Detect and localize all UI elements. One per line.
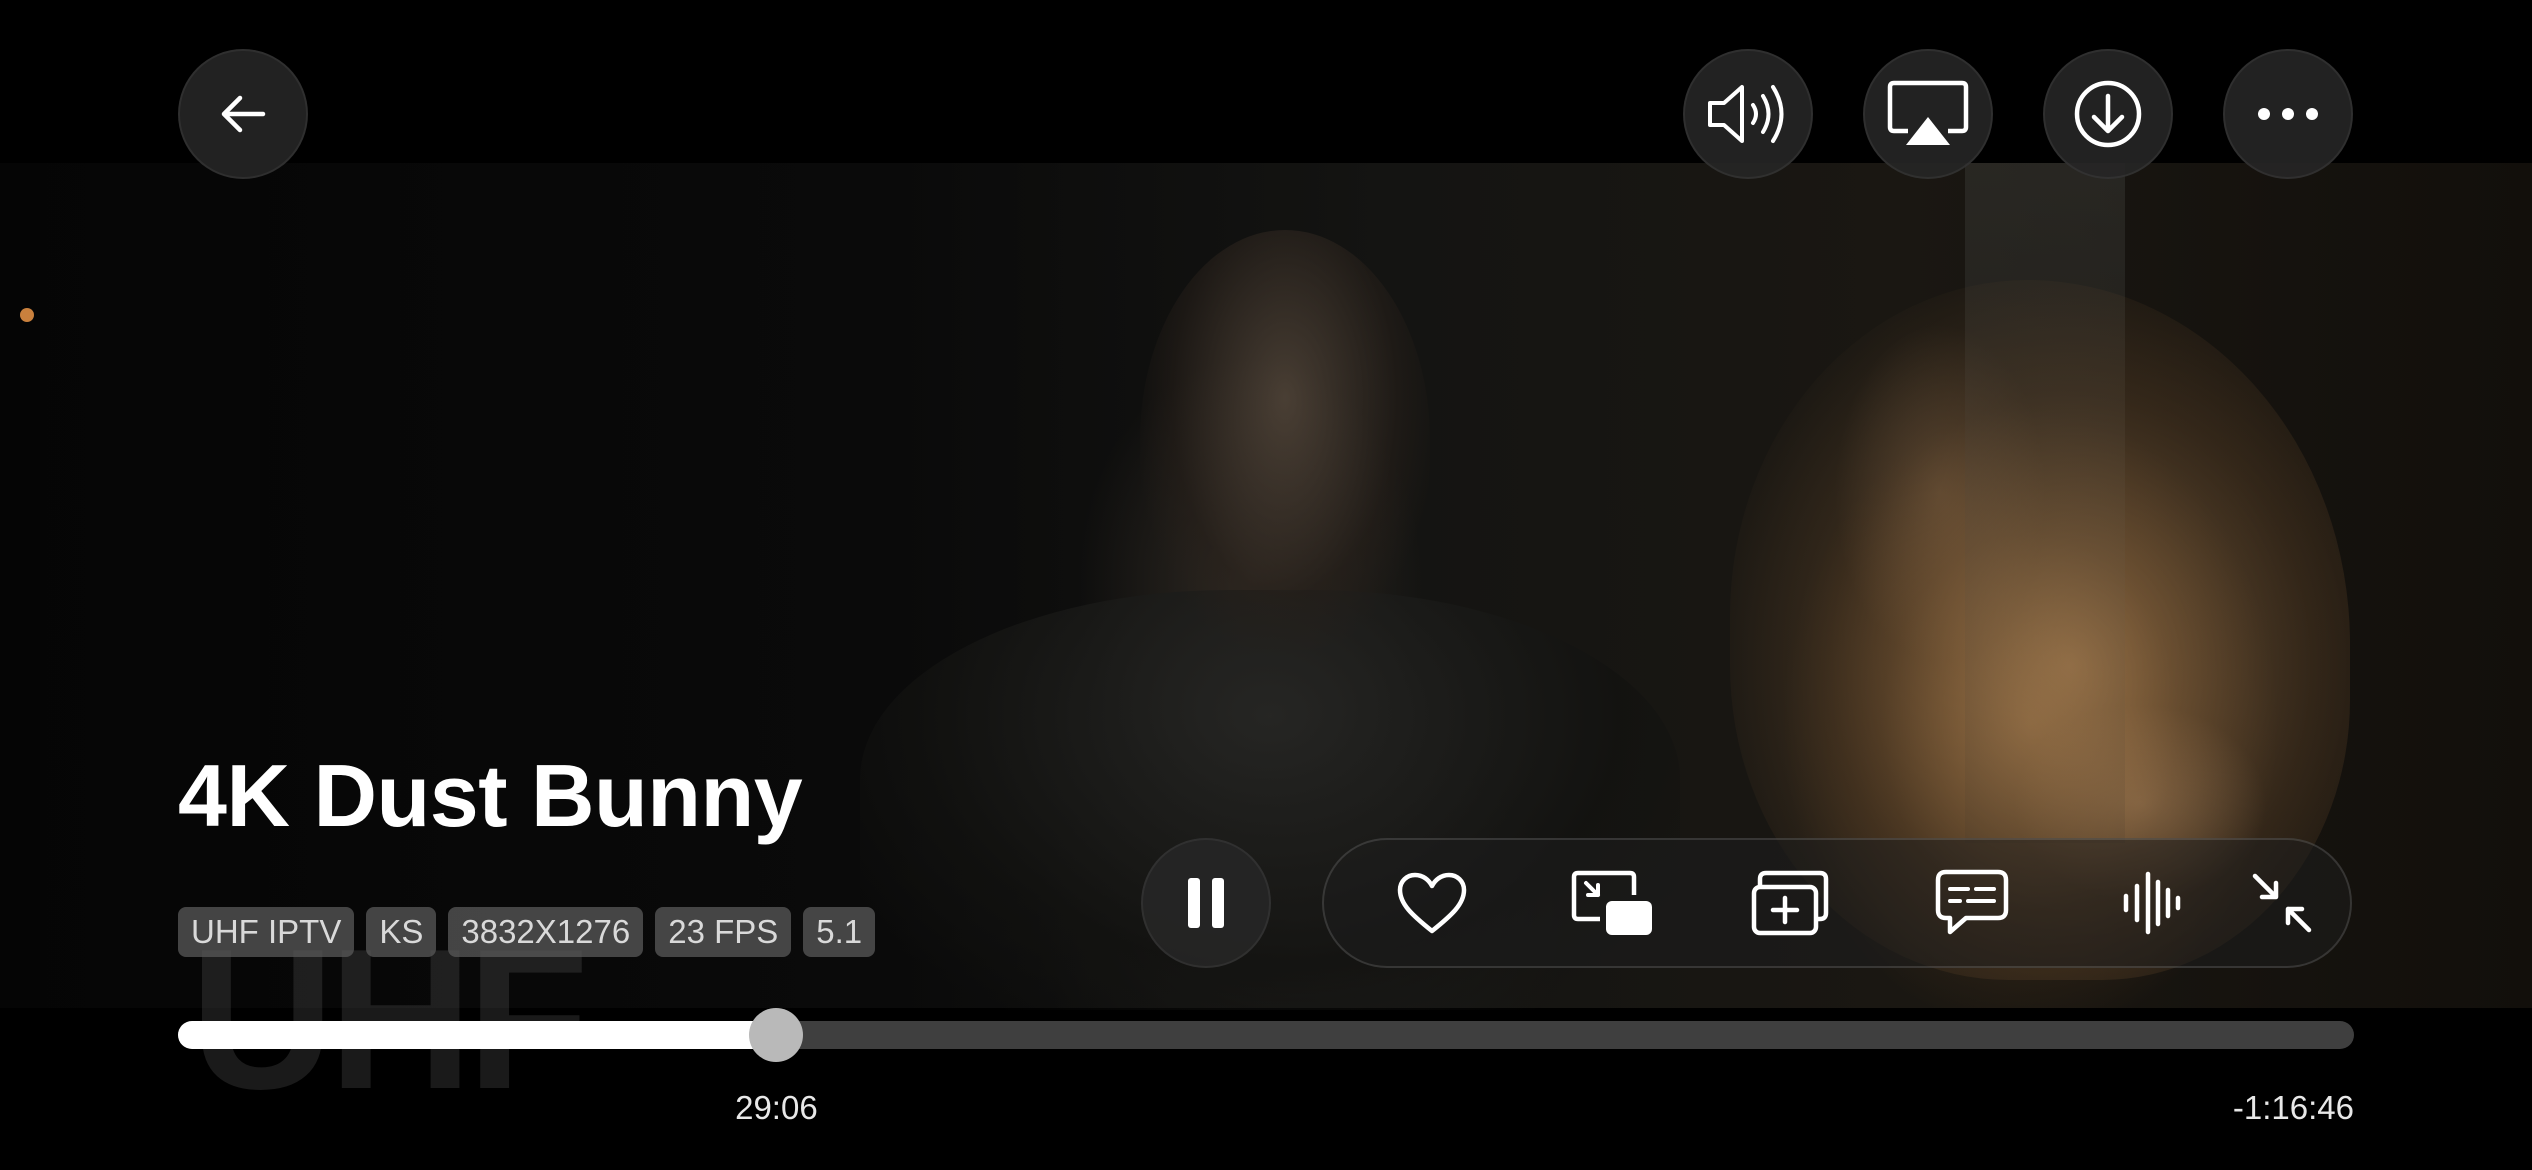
download-button[interactable] bbox=[2043, 49, 2173, 179]
picture-in-picture-icon bbox=[1571, 870, 1652, 935]
video-title: 4K Dust Bunny bbox=[178, 746, 803, 845]
audio-channels-badge: 5.1 bbox=[803, 907, 876, 957]
stream-info-badges: UHF IPTV KS 3832X1276 23 FPS 5.1 bbox=[178, 907, 876, 957]
more-options-button[interactable] bbox=[2223, 49, 2353, 179]
add-to-queue-icon bbox=[1751, 870, 1829, 936]
player-toolbar bbox=[1322, 838, 2352, 968]
subtitles-icon bbox=[1935, 869, 2009, 935]
speaker-volume-icon bbox=[1708, 85, 1784, 143]
elapsed-time: 29:06 bbox=[735, 1089, 818, 1126]
picture-in-picture-button[interactable] bbox=[1567, 858, 1657, 948]
video-player: UHF 4K Dust Bunny UHF IPTV KS 3832X1276 … bbox=[0, 0, 2532, 1170]
scrubber-thumb[interactable] bbox=[749, 1008, 804, 1062]
favorite-button[interactable] bbox=[1387, 858, 1477, 948]
add-to-queue-button[interactable] bbox=[1747, 858, 1837, 948]
airplay-button[interactable] bbox=[1863, 49, 1993, 179]
pause-icon bbox=[1188, 878, 1224, 928]
back-button[interactable] bbox=[178, 49, 308, 179]
back-arrow-icon bbox=[221, 95, 266, 133]
source-badge: UHF IPTV bbox=[178, 907, 355, 957]
progress-fill bbox=[178, 1021, 777, 1049]
volume-button[interactable] bbox=[1683, 49, 1813, 179]
subtitles-button[interactable] bbox=[1927, 858, 2017, 948]
resolution-badge: 3832X1276 bbox=[448, 907, 644, 957]
exit-fullscreen-icon bbox=[2252, 873, 2312, 933]
download-icon bbox=[2074, 80, 2142, 148]
remaining-time: -1:16:46 bbox=[2232, 1089, 2354, 1126]
airplay-icon bbox=[1887, 80, 1969, 145]
heart-icon bbox=[1397, 872, 1467, 934]
pause-button[interactable] bbox=[1141, 838, 1271, 968]
more-dots-icon bbox=[2258, 108, 2318, 120]
framerate-badge: 23 FPS bbox=[655, 907, 792, 957]
playback-progress-bar[interactable] bbox=[178, 1008, 2354, 1062]
recording-indicator-dot bbox=[20, 308, 34, 322]
audio-waveform-icon bbox=[2123, 871, 2181, 935]
player-engine-badge: KS bbox=[366, 907, 437, 957]
exit-fullscreen-button[interactable] bbox=[2237, 858, 2327, 948]
audio-track-button[interactable] bbox=[2107, 858, 2197, 948]
